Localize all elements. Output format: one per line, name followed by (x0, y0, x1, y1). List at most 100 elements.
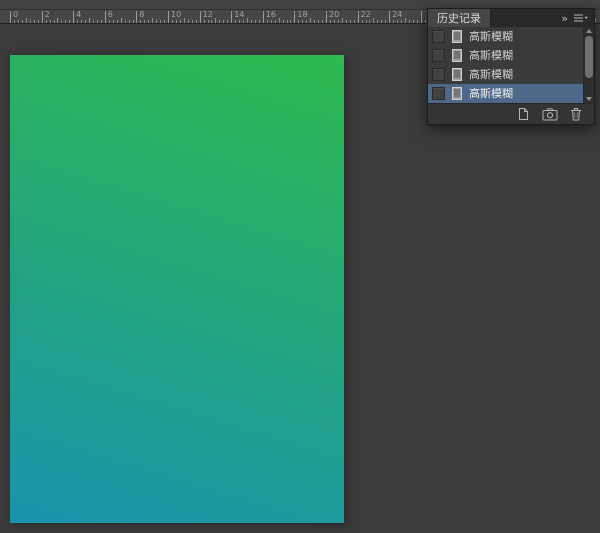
ruler-tick (294, 11, 295, 23)
ruler-tick (176, 20, 177, 23)
ruler-tick (30, 20, 31, 23)
ruler-tick (50, 20, 51, 23)
ruler-tick (263, 11, 264, 23)
ruler-number: 20 (329, 10, 339, 19)
ruler-tick (334, 20, 335, 23)
ruler-tick (85, 20, 86, 23)
ruler-tick (330, 20, 331, 23)
history-brush-source-checkbox[interactable] (432, 87, 445, 100)
ruler-tick (358, 11, 359, 23)
ruler-tick (267, 20, 268, 23)
ruler-tick (113, 20, 114, 23)
ruler-tick (271, 20, 272, 23)
history-panel-footer (428, 103, 594, 124)
ruler-number: 2 (45, 10, 50, 19)
ruler-tick (140, 20, 141, 23)
ruler-tick (192, 20, 193, 23)
ruler-tick (401, 20, 402, 23)
history-brush-source-checkbox[interactable] (432, 49, 445, 62)
ruler-tick (255, 20, 256, 23)
ruler-tick (18, 20, 19, 23)
ruler-tick (172, 20, 173, 23)
ruler-tick (26, 18, 27, 23)
history-brush-source-checkbox[interactable] (432, 30, 445, 43)
ruler-tick (184, 18, 185, 23)
ruler-tick (417, 20, 418, 23)
history-state-icon-wrap (451, 87, 463, 100)
ruler-tick (393, 20, 394, 23)
ruler-tick (89, 18, 90, 23)
history-state-row[interactable]: 高斯模糊 (428, 65, 584, 84)
history-state-row[interactable]: 高斯模糊 (428, 46, 584, 65)
ruler-tick (381, 20, 382, 23)
ruler-tick (413, 20, 414, 23)
scroll-down-icon[interactable] (586, 97, 592, 101)
document-canvas[interactable] (10, 55, 344, 523)
ruler-tick (338, 20, 339, 23)
ruler-tick (235, 20, 236, 23)
ruler-tick (425, 20, 426, 23)
ruler-tick (164, 20, 165, 23)
ruler-tick (81, 20, 82, 23)
ruler-tick (369, 20, 370, 23)
ruler-tick (93, 20, 94, 23)
ruler-tick (318, 20, 319, 23)
ruler-tick (290, 20, 291, 23)
ruler-tick (156, 20, 157, 23)
scrollbar-thumb[interactable] (585, 36, 593, 78)
ruler-tick (125, 20, 126, 23)
ruler-tick (287, 20, 288, 23)
ruler-tick (97, 20, 98, 23)
ruler-tick (101, 20, 102, 23)
ruler-tick (223, 20, 224, 23)
new-snapshot-button[interactable] (542, 108, 558, 121)
ruler-tick (196, 20, 197, 23)
collapse-panels-icon[interactable]: » (561, 13, 567, 24)
panel-tab-icons: » (561, 9, 594, 27)
photoshop-window: { "window": { "background_color": "#3b3b… (0, 0, 600, 533)
ruler-tick (10, 11, 11, 23)
ruler-tick (409, 20, 410, 23)
ruler-tick (306, 20, 307, 23)
ruler-number: 16 (266, 10, 276, 19)
ruler-number: 24 (392, 10, 402, 19)
ruler-tick (14, 20, 15, 23)
ruler-tick (144, 20, 145, 23)
ruler-tick (204, 20, 205, 23)
history-state-icon (451, 49, 463, 62)
ruler-tick (160, 20, 161, 23)
scroll-up-icon[interactable] (586, 29, 592, 33)
history-state-row[interactable]: 高斯模糊 (428, 84, 584, 103)
ruler-tick (405, 18, 406, 23)
ruler-tick (121, 18, 122, 23)
ruler-tick (42, 11, 43, 23)
ruler-tick (389, 11, 390, 23)
tab-history[interactable]: 历史记录 (428, 9, 491, 27)
new-document-from-state-button[interactable] (517, 107, 530, 121)
ruler-tick (227, 20, 228, 23)
ruler-tick (239, 20, 240, 23)
ruler-number: 4 (76, 10, 81, 19)
ruler-tick (34, 20, 35, 23)
ruler-tick (366, 20, 367, 23)
history-panel: 历史记录 » 高斯模糊高斯模糊高斯模糊高斯模糊 (427, 8, 595, 125)
ruler-tick (231, 11, 232, 23)
history-state-icon (451, 30, 463, 43)
ruler-number: 6 (108, 10, 113, 19)
ruler-tick (133, 20, 134, 23)
panel-menu-button[interactable] (574, 13, 588, 23)
ruler-tick (283, 20, 284, 23)
delete-state-button[interactable] (570, 107, 582, 121)
history-state-row[interactable]: 高斯模糊 (428, 27, 584, 46)
ruler-number: 18 (297, 10, 307, 19)
history-brush-source-checkbox[interactable] (432, 68, 445, 81)
ruler-tick (219, 20, 220, 23)
ruler-tick (346, 20, 347, 23)
ruler-tick (152, 18, 153, 23)
ruler-tick (279, 18, 280, 23)
ruler-tick (326, 11, 327, 23)
ruler-tick (105, 11, 106, 23)
history-scrollbar[interactable] (583, 27, 594, 103)
ruler-tick (200, 11, 201, 23)
history-state-list: 高斯模糊高斯模糊高斯模糊高斯模糊 (428, 27, 584, 103)
